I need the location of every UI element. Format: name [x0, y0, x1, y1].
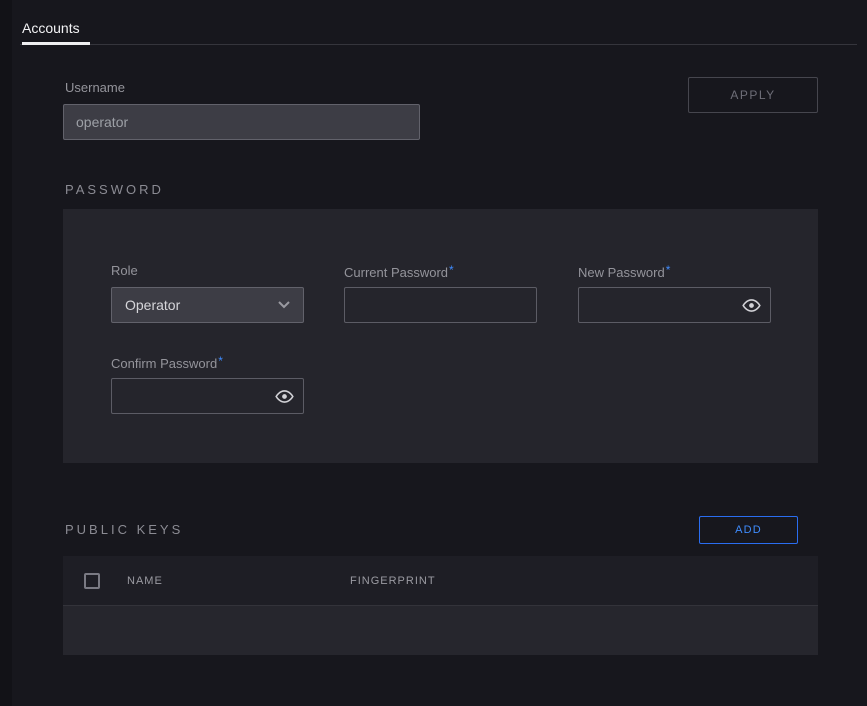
- tab-bar-divider: [20, 44, 857, 45]
- confirm-password-label: Confirm Password*: [111, 354, 223, 371]
- required-marker: *: [218, 354, 223, 368]
- public-keys-table-header-row: NAME FINGERPRINT: [63, 556, 818, 606]
- username-input[interactable]: [63, 104, 420, 140]
- accounts-settings-page: Accounts Username APPLY PASSWORD Role Op…: [0, 0, 867, 706]
- current-password-input[interactable]: [344, 287, 537, 323]
- new-password-label: New Password*: [578, 263, 670, 280]
- eye-icon[interactable]: [274, 386, 294, 406]
- apply-button[interactable]: APPLY: [688, 77, 818, 113]
- role-label: Role: [111, 263, 138, 278]
- current-password-label-text: Current Password: [344, 265, 448, 280]
- password-section-title: PASSWORD: [65, 182, 164, 197]
- required-marker: *: [666, 263, 671, 277]
- eye-icon[interactable]: [741, 295, 761, 315]
- public-keys-empty-row: [63, 606, 818, 655]
- role-select[interactable]: Operator: [111, 287, 304, 323]
- current-password-label: Current Password*: [344, 263, 454, 280]
- column-header-name: NAME: [127, 575, 163, 587]
- tab-accounts[interactable]: Accounts: [22, 20, 80, 36]
- chevron-down-icon: [278, 301, 290, 309]
- tab-accounts-active-underline: [22, 42, 90, 45]
- public-keys-section-title: PUBLIC KEYS: [65, 522, 183, 537]
- new-password-label-text: New Password: [578, 265, 665, 280]
- column-header-fingerprint: FINGERPRINT: [350, 575, 436, 587]
- confirm-password-label-text: Confirm Password: [111, 356, 217, 371]
- left-edge-strip: [0, 0, 12, 706]
- public-keys-table: NAME FINGERPRINT: [63, 556, 818, 655]
- add-public-key-button[interactable]: ADD: [699, 516, 798, 544]
- select-all-checkbox[interactable]: [84, 573, 100, 589]
- password-panel: Role Operator Current Password* New Pass…: [63, 209, 818, 463]
- username-label: Username: [65, 80, 125, 95]
- role-select-value: Operator: [125, 297, 180, 313]
- required-marker: *: [449, 263, 454, 277]
